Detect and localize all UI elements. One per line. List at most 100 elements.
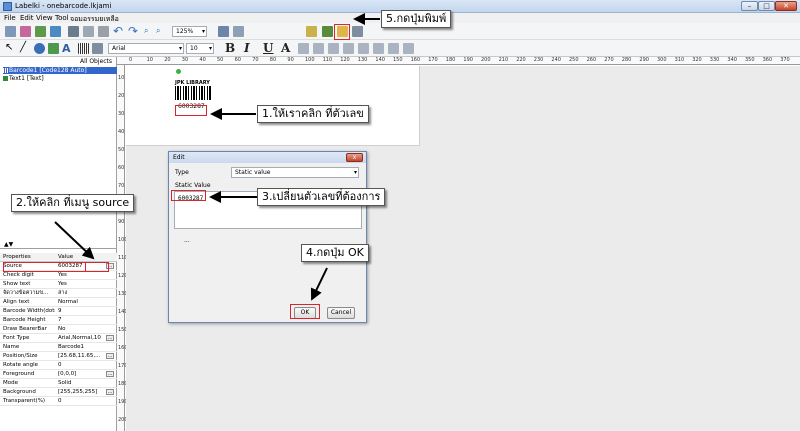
save-icon[interactable]: [68, 26, 79, 37]
property-row[interactable]: Barcode Width(dots) 9: [0, 307, 117, 316]
property-row[interactable]: Font Type Arial,Normal,10...: [0, 334, 117, 343]
property-row[interactable]: Align text Normal: [0, 298, 117, 307]
align-center-icon[interactable]: [313, 43, 324, 54]
dialog-title-bar: Edit x: [169, 152, 366, 163]
maximize-button[interactable]: □: [758, 1, 775, 11]
align-bottom-icon[interactable]: [373, 43, 384, 54]
property-value[interactable]: Yes: [58, 271, 108, 279]
open-file-icon[interactable]: [20, 26, 31, 37]
property-value[interactable]: 9: [58, 307, 108, 315]
more-button[interactable]: ...: [106, 353, 114, 359]
property-row[interactable]: Draw BearerBar No: [0, 325, 117, 334]
image-icon[interactable]: [92, 43, 103, 54]
property-value[interactable]: 0: [58, 397, 108, 405]
property-value[interactable]: ล่าง: [58, 289, 108, 297]
magic-icon[interactable]: [306, 26, 317, 37]
ellipse-icon[interactable]: [34, 43, 45, 54]
print-preview-icon[interactable]: [233, 26, 244, 37]
property-key: Show text: [3, 281, 31, 287]
property-row[interactable]: Mode Solid: [0, 379, 117, 388]
redo-icon[interactable]: ↷: [128, 25, 139, 37]
ruler-tick: 190: [463, 57, 473, 63]
menu-edit[interactable]: Edit: [20, 14, 34, 22]
property-value[interactable]: Yes: [58, 280, 108, 288]
bold-button[interactable]: B: [225, 41, 235, 55]
template-icon[interactable]: [322, 26, 333, 37]
ruler-tick: 70: [252, 57, 259, 63]
ruler-tick: 180: [445, 57, 456, 63]
property-value[interactable]: Normal: [58, 298, 108, 306]
menu-tool[interactable]: Tool: [55, 14, 69, 22]
barcode-graphic[interactable]: [175, 86, 211, 100]
object-item-label: Text1 [Text]: [9, 75, 44, 82]
ruler-tick: 290: [639, 57, 649, 63]
menu-view[interactable]: View: [36, 14, 53, 22]
link-icon[interactable]: [50, 26, 61, 37]
property-row[interactable]: Show text Yes: [0, 280, 117, 289]
property-value[interactable]: 0: [58, 361, 108, 369]
type-select[interactable]: Static value ▾: [231, 167, 359, 178]
zoom-select[interactable]: 125% ▾: [172, 26, 207, 37]
more-button[interactable]: ...: [106, 335, 114, 341]
more-button[interactable]: ...: [106, 371, 114, 377]
italic-button[interactable]: I: [244, 41, 250, 55]
property-row[interactable]: Name Barcode1: [0, 343, 117, 352]
cancel-button[interactable]: Cancel: [327, 307, 355, 319]
property-row[interactable]: Barcode Height 7: [0, 316, 117, 325]
property-value[interactable]: [0,0,0]: [58, 370, 108, 378]
align-top-icon[interactable]: [343, 43, 354, 54]
minimize-button[interactable]: –: [741, 1, 758, 11]
property-row[interactable]: Foreground [0,0,0]...: [0, 370, 117, 379]
property-row[interactable]: Position/Size [25.68,11.65,......: [0, 352, 117, 361]
copy-icon[interactable]: [98, 26, 109, 37]
dialog-close-button[interactable]: x: [346, 153, 363, 162]
menu-file[interactable]: File: [4, 14, 16, 22]
align-middle-icon[interactable]: [358, 43, 369, 54]
object-item-label: Barcode1 [Code128 Auto]: [9, 67, 87, 74]
property-row[interactable]: จัดวางข้อความข... ล่าง: [0, 289, 117, 298]
align-right-icon[interactable]: [328, 43, 339, 54]
page-setup-icon[interactable]: [218, 26, 229, 37]
property-value[interactable]: [25.68,11.65,...: [58, 352, 108, 360]
align-left-icon[interactable]: [298, 43, 309, 54]
rectangle-icon[interactable]: [48, 43, 59, 54]
expression-button[interactable]: ...: [184, 237, 190, 244]
property-value[interactable]: Solid: [58, 379, 108, 387]
undo-icon[interactable]: ↶: [113, 25, 124, 37]
property-row[interactable]: Rotate angle 0: [0, 361, 117, 370]
property-row[interactable]: Transparent(%) 0: [0, 397, 117, 406]
ruler-tick: 260: [586, 57, 597, 63]
rotate-handle-icon[interactable]: [176, 69, 181, 74]
property-row[interactable]: Background [255,255,255]...: [0, 388, 117, 397]
property-value[interactable]: No: [58, 325, 108, 333]
font-name-select[interactable]: Arial ▾: [108, 43, 184, 54]
property-value[interactable]: Barcode1: [58, 343, 108, 351]
new-file-icon[interactable]: [5, 26, 16, 37]
export-icon[interactable]: [352, 26, 363, 37]
zoom-out-icon[interactable]: ⌕: [156, 26, 167, 37]
line-icon[interactable]: ╱: [20, 43, 31, 54]
barcode-icon[interactable]: [78, 43, 89, 54]
text-icon[interactable]: A: [62, 43, 73, 54]
save-as-icon[interactable]: [83, 26, 94, 37]
ruler-tick: 120: [340, 57, 350, 63]
font-size-select[interactable]: 10 ▾: [186, 43, 214, 54]
close-button[interactable]: ✕: [775, 1, 797, 11]
database-icon[interactable]: [35, 26, 46, 37]
more-button[interactable]: ...: [106, 389, 114, 395]
font-name-value: Arial: [112, 45, 126, 52]
object-item-barcode1[interactable]: Barcode1 [Code128 Auto]: [3, 67, 119, 74]
source-more-highlight: [85, 262, 109, 272]
object-item-text1[interactable]: Text1 [Text]: [3, 75, 119, 82]
property-value[interactable]: 7: [58, 316, 108, 324]
font-color-button[interactable]: A: [281, 41, 290, 55]
property-value[interactable]: [255,255,255]: [58, 388, 108, 396]
underline-button[interactable]: U: [263, 41, 273, 55]
property-row[interactable]: Check digit Yes: [0, 271, 117, 280]
zoom-in-icon[interactable]: ⌕: [144, 26, 155, 37]
property-value[interactable]: Arial,Normal,10: [58, 334, 108, 342]
pointer-icon[interactable]: ↖: [5, 43, 16, 54]
distribute-icon[interactable]: [388, 43, 399, 54]
same-size-icon[interactable]: [403, 43, 414, 54]
collapse-handle-icon[interactable]: ▲▼: [4, 241, 13, 248]
